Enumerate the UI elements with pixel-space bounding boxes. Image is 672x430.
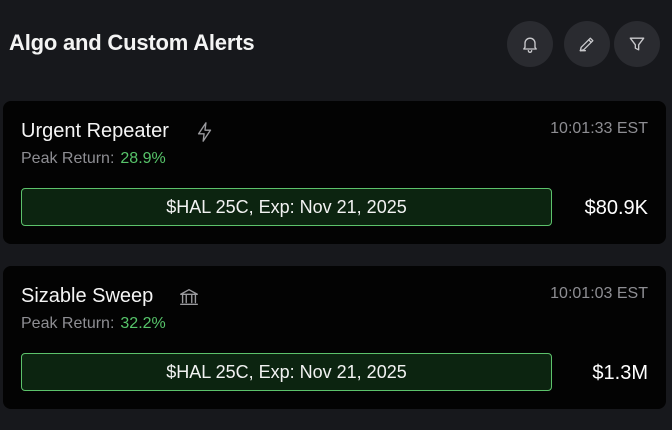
contract-pill[interactable]: $HAL 25C, Exp: Nov 21, 2025 (21, 188, 552, 226)
edit-button[interactable] (564, 21, 610, 67)
alert-time: 10:01:33 EST (550, 120, 648, 137)
alert-card[interactable]: Urgent Repeater 10:01:33 EST Peak Return… (3, 101, 666, 244)
alert-card[interactable]: Sizable Sweep 10:01:03 EST Peak Return: 3… (3, 266, 666, 409)
peak-return: Peak Return: 32.2% (21, 315, 166, 333)
peak-return-label: Peak Return: (21, 150, 115, 167)
lightning-icon (194, 121, 216, 143)
peak-return-label: Peak Return: (21, 315, 115, 332)
alert-time: 10:01:03 EST (550, 285, 648, 302)
premium-amount: $1.3M (592, 362, 648, 384)
filter-icon (629, 37, 645, 51)
alert-title: Urgent Repeater (21, 120, 169, 142)
alerts-page: Algo and Custom Alerts Urgent Repeater 1… (0, 0, 672, 430)
page-title: Algo and Custom Alerts (9, 30, 255, 55)
edit-icon (579, 37, 594, 52)
filter-button[interactable] (614, 21, 660, 67)
header: Algo and Custom Alerts (0, 0, 672, 90)
peak-return: Peak Return: 28.9% (21, 150, 166, 168)
peak-return-value: 32.2% (120, 315, 166, 332)
peak-return-value: 28.9% (120, 150, 166, 167)
notifications-button[interactable] (507, 21, 553, 67)
bank-icon (178, 286, 200, 308)
premium-amount: $80.9K (584, 197, 648, 219)
bell-icon (523, 37, 537, 53)
alert-title: Sizable Sweep (21, 285, 154, 307)
contract-pill[interactable]: $HAL 25C, Exp: Nov 21, 2025 (21, 353, 552, 391)
